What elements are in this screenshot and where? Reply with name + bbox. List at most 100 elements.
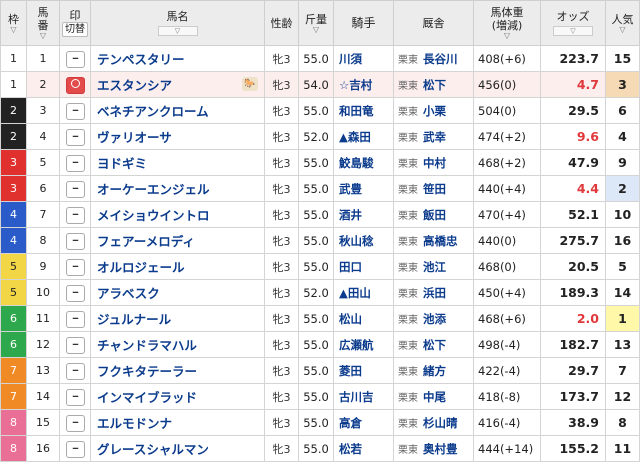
horse-name-link[interactable]: エスタンシア 🐎 bbox=[90, 71, 265, 98]
trainer-link[interactable]: 松下 bbox=[423, 338, 446, 352]
header-odds[interactable]: オッズ ▽ bbox=[540, 0, 606, 46]
trainer-link[interactable]: 池江 bbox=[423, 260, 446, 274]
trainer-link[interactable]: 中尾 bbox=[423, 390, 446, 404]
mark-button[interactable]: -- bbox=[65, 232, 85, 250]
header-mark[interactable]: 印切替 bbox=[59, 0, 91, 46]
horse-name-link[interactable]: フクキタテーラー bbox=[90, 357, 265, 384]
trainer-link[interactable]: 松下 bbox=[423, 78, 446, 92]
trainer-link[interactable]: 小栗 bbox=[423, 104, 446, 118]
jockey-link[interactable]: 武豊 bbox=[333, 175, 394, 202]
mark-button[interactable]: -- bbox=[65, 310, 85, 328]
header-umaban[interactable]: 馬番 ▽ bbox=[26, 0, 60, 46]
trainer-link[interactable]: 杉山晴 bbox=[423, 416, 458, 430]
jockey-link[interactable]: 高倉 bbox=[333, 409, 394, 436]
waku-cell: 4 bbox=[0, 227, 27, 254]
horse-name-link[interactable]: オルロジェール bbox=[90, 253, 265, 280]
mark-button[interactable]: -- bbox=[65, 102, 85, 120]
mark-cell: -- bbox=[59, 201, 91, 228]
trainer-link[interactable]: 池添 bbox=[423, 312, 446, 326]
trainer-cell: 栗東 浜田 bbox=[393, 279, 474, 306]
jockey-link[interactable]: 広瀬航 bbox=[333, 331, 394, 358]
sort-icon[interactable]: ▽ bbox=[474, 32, 540, 40]
horse-name-link[interactable]: オーケーエンジェル bbox=[90, 175, 265, 202]
horse-name-link[interactable]: ヴァリオーサ bbox=[90, 123, 265, 150]
mark-button[interactable]: -- bbox=[65, 414, 85, 432]
sex-age-cell: 牝3 bbox=[264, 305, 299, 332]
weight-cell: 498(-4) bbox=[473, 331, 541, 358]
odds-cell: 29.5 bbox=[540, 97, 606, 124]
header-name[interactable]: 馬名 ▽ bbox=[90, 0, 265, 46]
jockey-link[interactable]: ▲森田 bbox=[333, 123, 394, 150]
jockey-link[interactable]: 松山 bbox=[333, 305, 394, 332]
sort-icon[interactable]: ▽ bbox=[553, 26, 593, 36]
mark-button[interactable]: -- bbox=[65, 128, 85, 146]
mark-button[interactable]: -- bbox=[65, 388, 85, 406]
jockey-link[interactable]: ☆吉村 bbox=[333, 71, 394, 98]
mark-button[interactable]: -- bbox=[65, 154, 85, 172]
mark-button[interactable] bbox=[65, 76, 85, 94]
header-waku[interactable]: 枠 ▽ bbox=[0, 0, 27, 46]
mark-cell bbox=[59, 71, 91, 98]
header-popularity[interactable]: 人気 ▽ bbox=[605, 0, 640, 46]
jockey-link[interactable]: 鮫島駿 bbox=[333, 149, 394, 176]
horse-name-link[interactable]: ヨドギミ bbox=[90, 149, 265, 176]
kinryo-cell: 55.0 bbox=[298, 435, 334, 462]
jockey-link[interactable]: 田口 bbox=[333, 253, 394, 280]
table-row: 3 6 -- オーケーエンジェル 牝3 55.0 武豊 栗東 笹田 440(+4)… bbox=[0, 175, 640, 202]
jockey-link[interactable]: 菱田 bbox=[333, 357, 394, 384]
jockey-link[interactable]: 古川吉 bbox=[333, 383, 394, 410]
mark-button[interactable]: -- bbox=[65, 336, 85, 354]
horse-name-link[interactable]: ベネチアンクローム bbox=[90, 97, 265, 124]
sex-age-cell: 牝3 bbox=[264, 45, 299, 72]
horse-name-link[interactable]: インマイブラッド bbox=[90, 383, 265, 410]
mark-button[interactable]: -- bbox=[65, 206, 85, 224]
trainer-cell: 栗東 飯田 bbox=[393, 201, 474, 228]
trainer-link[interactable]: 浜田 bbox=[423, 286, 446, 300]
mark-button[interactable]: -- bbox=[65, 258, 85, 276]
trainer-cell: 栗東 緒方 bbox=[393, 357, 474, 384]
region-label: 栗東 bbox=[398, 54, 418, 66]
horse-name-link[interactable]: ジュルナール bbox=[90, 305, 265, 332]
waku-cell: 3 bbox=[0, 175, 27, 202]
trainer-link[interactable]: 緒方 bbox=[423, 364, 446, 378]
mark-button[interactable]: -- bbox=[65, 180, 85, 198]
mark-toggle-button[interactable]: 切替 bbox=[62, 22, 88, 37]
trainer-link[interactable]: 笹田 bbox=[423, 182, 446, 196]
jockey-link[interactable]: 和田竜 bbox=[333, 97, 394, 124]
jockey-link[interactable]: 川須 bbox=[333, 45, 394, 72]
trainer-link[interactable]: 高橋忠 bbox=[423, 234, 458, 248]
horse-name-link[interactable]: テンペスタリー bbox=[90, 45, 265, 72]
jockey-link[interactable]: 酒井 bbox=[333, 201, 394, 228]
jockey-link[interactable]: 秋山稔 bbox=[333, 227, 394, 254]
sort-icon[interactable]: ▽ bbox=[299, 25, 333, 34]
kinryo-cell: 55.0 bbox=[298, 201, 334, 228]
mark-button[interactable]: -- bbox=[65, 362, 85, 380]
horse-name-link[interactable]: メイショウイントロ bbox=[90, 201, 265, 228]
horse-name-link[interactable]: グレースシャルマン bbox=[90, 435, 265, 462]
header-weight[interactable]: 馬体重 (増減) ▽ bbox=[473, 0, 541, 46]
sort-icon[interactable]: ▽ bbox=[27, 32, 59, 40]
trainer-link[interactable]: 中村 bbox=[423, 156, 446, 170]
popularity-cell: 10 bbox=[605, 201, 640, 228]
sort-icon[interactable]: ▽ bbox=[1, 25, 26, 34]
mark-button[interactable]: -- bbox=[65, 440, 85, 458]
trainer-link[interactable]: 武幸 bbox=[423, 130, 446, 144]
sort-icon[interactable]: ▽ bbox=[606, 25, 639, 34]
jockey-link[interactable]: ▲田山 bbox=[333, 279, 394, 306]
mark-cell: -- bbox=[59, 279, 91, 306]
horse-name-link[interactable]: フェアーメロディ bbox=[90, 227, 265, 254]
trainer-link[interactable]: 長谷川 bbox=[423, 52, 458, 66]
trainer-cell: 栗東 小栗 bbox=[393, 97, 474, 124]
header-kinryo[interactable]: 斤量 ▽ bbox=[298, 0, 334, 46]
mark-button[interactable]: -- bbox=[65, 284, 85, 302]
header-trainer: 厩舎 bbox=[393, 0, 474, 46]
trainer-link[interactable]: 奥村豊 bbox=[423, 442, 458, 456]
horse-name-link[interactable]: チャンドラマハル bbox=[90, 331, 265, 358]
jockey-link[interactable]: 松若 bbox=[333, 435, 394, 462]
horse-name-link[interactable]: エルモドンナ bbox=[90, 409, 265, 436]
mark-button[interactable]: -- bbox=[65, 50, 85, 68]
horse-name-link[interactable]: アラベスク bbox=[90, 279, 265, 306]
trainer-link[interactable]: 飯田 bbox=[423, 208, 446, 222]
waku-cell: 7 bbox=[0, 383, 27, 410]
sort-icon[interactable]: ▽ bbox=[157, 26, 198, 36]
